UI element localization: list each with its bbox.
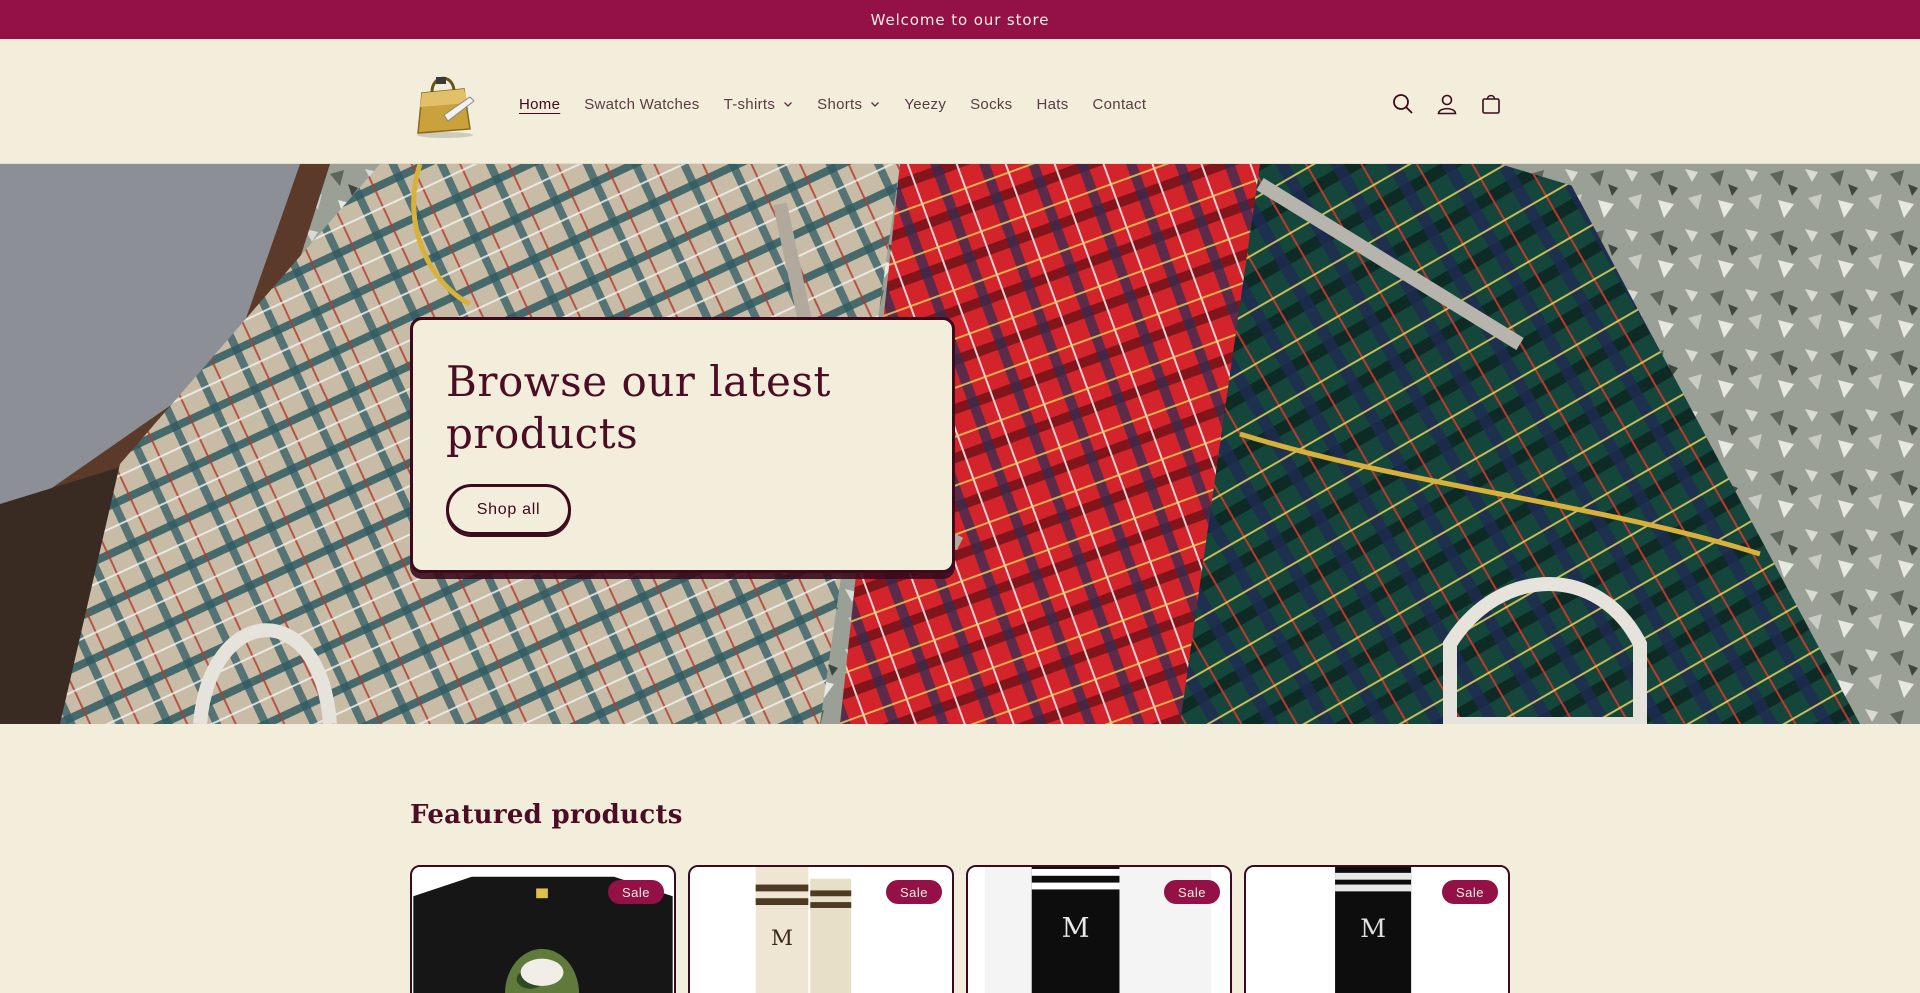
featured-products-title: Featured products bbox=[410, 800, 683, 830]
nav-item-contact[interactable]: Contact bbox=[1093, 96, 1147, 113]
hero-banner: Browse our latest products Shop all bbox=[0, 164, 1920, 724]
svg-text:M: M bbox=[1062, 913, 1090, 944]
svg-text:M: M bbox=[1360, 913, 1386, 943]
sale-badge: Sale bbox=[1441, 880, 1498, 904]
chevron-down-icon bbox=[784, 102, 793, 107]
product-grid: Sale M Sale M Sale M Sale bbox=[410, 865, 1522, 993]
header-icons bbox=[1388, 89, 1520, 119]
nav-item-yeezy[interactable]: Yeezy bbox=[904, 96, 946, 113]
hero-image bbox=[0, 164, 1920, 724]
shop-all-button[interactable]: Shop all bbox=[446, 484, 571, 535]
chevron-down-icon bbox=[871, 102, 880, 107]
announcement-text: Welcome to our store bbox=[870, 10, 1050, 29]
main-nav: Home Swatch Watches T-shirts Shorts Yeez… bbox=[519, 91, 1170, 117]
product-card[interactable]: Sale bbox=[410, 865, 676, 993]
hero-content-box: Browse our latest products Shop all bbox=[410, 317, 955, 573]
nav-item-swatch-watches[interactable]: Swatch Watches bbox=[584, 96, 699, 113]
store-logo[interactable] bbox=[408, 67, 482, 141]
account-icon[interactable] bbox=[1432, 89, 1462, 119]
product-card[interactable]: M Sale bbox=[966, 865, 1232, 993]
nav-item-shorts[interactable]: Shorts bbox=[817, 96, 880, 113]
announcement-bar: Welcome to our store bbox=[0, 0, 1920, 39]
nav-item-socks[interactable]: Socks bbox=[970, 96, 1012, 113]
nav-item-home[interactable]: Home bbox=[519, 96, 560, 113]
cart-icon[interactable] bbox=[1476, 89, 1506, 119]
site-header: Home Swatch Watches T-shirts Shorts Yeez… bbox=[0, 39, 1920, 164]
sale-badge: Sale bbox=[607, 880, 664, 904]
search-icon[interactable] bbox=[1388, 89, 1418, 119]
svg-text:M: M bbox=[771, 926, 793, 951]
nav-item-tshirts[interactable]: T-shirts bbox=[724, 96, 794, 113]
sale-badge: Sale bbox=[1163, 880, 1220, 904]
nav-item-hats[interactable]: Hats bbox=[1036, 96, 1068, 113]
sale-badge: Sale bbox=[885, 880, 942, 904]
product-card[interactable]: M Sale bbox=[1244, 865, 1510, 993]
product-card[interactable]: M Sale bbox=[688, 865, 954, 993]
hero-title: Browse our latest products bbox=[446, 357, 831, 458]
